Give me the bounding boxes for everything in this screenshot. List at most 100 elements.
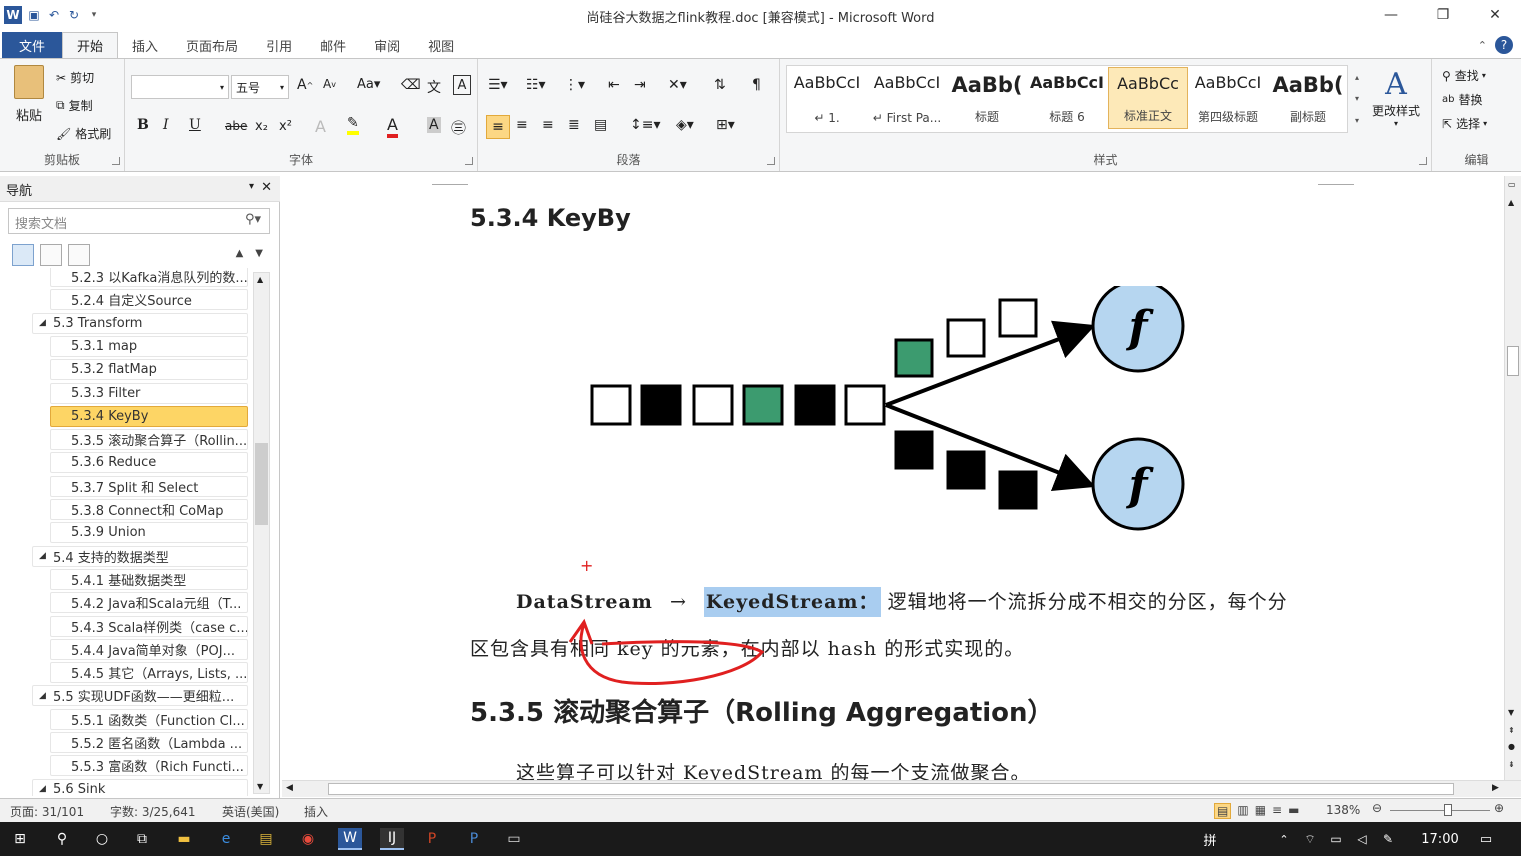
tab-mailings[interactable]: 邮件 — [306, 32, 360, 58]
browse-object-icon[interactable]: ● — [1508, 742, 1515, 751]
phonetic-guide-button[interactable]: 文 — [427, 77, 441, 97]
next-page-icon[interactable]: ⇟ — [1508, 760, 1515, 769]
previous-heading-icon[interactable]: ▲ — [236, 248, 244, 259]
change-case-button[interactable]: Aa▾ — [357, 77, 380, 92]
edge-icon[interactable]: e — [214, 828, 238, 850]
nav-scrollbar[interactable]: ▲ ▼ — [253, 272, 270, 794]
bold-button[interactable]: B — [137, 117, 149, 133]
font-dialog-launcher[interactable] — [465, 157, 473, 165]
style-item[interactable]: AaBbCcI 第四级标题 — [1188, 67, 1268, 129]
nav-subheading[interactable]: 5.4.5 其它（Arrays, Lists, ... — [50, 662, 248, 684]
style-item[interactable]: AaBbCcI ↵ 1. — [787, 67, 867, 129]
nav-subheading[interactable]: 5.3.1 map — [50, 335, 248, 357]
ime-indicator[interactable]: 拼 — [1198, 828, 1222, 850]
collapse-triangle-icon[interactable]: ◢ — [39, 784, 46, 794]
battery-icon[interactable]: ▭ — [1324, 828, 1348, 850]
tab-view[interactable]: 视图 — [414, 32, 468, 58]
start-icon[interactable]: ⊞ — [8, 828, 32, 850]
italic-button[interactable]: I — [163, 117, 169, 133]
full-screen-icon[interactable]: ▥ — [1237, 803, 1248, 819]
paragraph-dialog-launcher[interactable] — [767, 157, 775, 165]
distributed-button[interactable]: ▤ — [594, 117, 607, 133]
zoom-slider-thumb[interactable] — [1444, 804, 1452, 816]
font-size-combo[interactable]: 五号 ▾ — [231, 75, 289, 99]
document-horizontal-scrollbar[interactable]: ◀ ▶ — [282, 780, 1521, 797]
chrome-icon[interactable]: ◉ — [296, 828, 320, 850]
nav-subheading[interactable]: 5.3.6 Reduce — [50, 452, 248, 474]
copy-button[interactable]: ⧉ 复制 — [56, 97, 93, 114]
nav-subheading[interactable]: 5.3.8 Connect和 CoMap — [50, 499, 248, 520]
cortana-icon[interactable]: ○ — [90, 828, 114, 850]
zoom-slider[interactable] — [1390, 810, 1490, 811]
intellij-icon[interactable]: IJ — [380, 828, 404, 850]
nav-subheading[interactable]: 5.3.7 Split 和 Select — [50, 475, 248, 497]
tab-page-layout[interactable]: 页面布局 — [172, 32, 252, 58]
collapse-ribbon-icon[interactable]: ⌃ — [1478, 39, 1487, 52]
nav-subheading[interactable]: 5.4.1 基础数据类型 — [50, 568, 248, 590]
change-styles-button[interactable]: A 更改样式 ▾ — [1368, 67, 1424, 128]
clear-formatting-button[interactable]: ⌫ — [401, 77, 421, 93]
nav-subheading[interactable]: 5.5.3 富函数（Rich Functi... — [50, 755, 248, 777]
multilevel-list-button[interactable]: ⋮▾ — [564, 77, 585, 93]
chinese-layout-button[interactable]: ✕▾ — [668, 77, 687, 93]
align-right-button[interactable]: ≡ — [542, 117, 554, 133]
enclose-characters-button[interactable]: ㊂ — [451, 117, 466, 138]
numbering-button[interactable]: ☷▾ — [526, 77, 546, 93]
select-button[interactable]: ⇱ 选择 ▾ — [1442, 115, 1487, 132]
tab-insert[interactable]: 插入 — [118, 32, 172, 58]
nav-subheading[interactable]: 5.3.2 flatMap — [50, 359, 248, 381]
decrease-indent-button[interactable]: ⇤ — [608, 77, 620, 93]
line-spacing-button[interactable]: ↕≡▾ — [630, 117, 661, 133]
nav-section-heading[interactable]: ◢ 5.3 Transform — [32, 312, 248, 334]
font-color-button[interactable]: A — [387, 115, 398, 138]
page-count[interactable]: 页面: 31/101 — [10, 803, 84, 820]
collapse-triangle-icon[interactable]: ◢ — [39, 318, 46, 328]
next-heading-icon[interactable]: ▼ — [255, 248, 263, 259]
increase-indent-button[interactable]: ⇥ — [634, 77, 646, 93]
nav-subheading[interactable]: 5.5.1 函数类（Function Cl... — [50, 708, 248, 730]
grow-font-button[interactable]: A ^ — [297, 77, 313, 93]
previous-page-icon[interactable]: ⇞ — [1508, 726, 1515, 735]
nav-subheading[interactable]: 5.4.2 Java和Scala元组（T... — [50, 592, 248, 614]
collapse-triangle-icon[interactable]: ◢ — [39, 691, 46, 701]
nav-subheading[interactable]: 5.3.9 Union — [50, 522, 248, 544]
style-item[interactable]: AaBb(副标题 — [1268, 67, 1348, 129]
publisher-icon[interactable]: P — [462, 828, 486, 850]
underline-button[interactable]: U — [189, 117, 201, 133]
styles-scroll[interactable]: ▴ ▾ ▾ — [1350, 67, 1364, 131]
font-name-combo[interactable]: ▾ — [131, 75, 229, 99]
keyedstream-selection[interactable]: KeyedStream： — [703, 587, 881, 617]
character-border-button[interactable]: A — [453, 75, 471, 95]
document-scroll-thumb[interactable] — [1507, 346, 1519, 376]
text-effects-button[interactable]: A — [315, 117, 326, 136]
shrink-font-button[interactable]: Av — [323, 77, 336, 91]
search-icon[interactable]: ⚲▾ — [245, 212, 261, 227]
minimize-button[interactable]: — — [1365, 0, 1417, 30]
document-area[interactable]: 5.3.4 KeyBy f f + DataStream → KeyedStre… — [282, 176, 1504, 780]
clock[interactable]: 17:00 — [1412, 828, 1468, 850]
volume-icon[interactable]: ◁ — [1350, 828, 1374, 850]
strikethrough-button[interactable]: abe — [225, 119, 247, 133]
powerpoint-icon[interactable]: P — [420, 828, 444, 850]
align-center-button[interactable]: ≡ — [516, 117, 528, 133]
clipboard-dialog-launcher[interactable] — [112, 157, 120, 165]
task-view-icon[interactable]: ⧉ — [130, 828, 154, 850]
nav-subheading[interactable]: 5.3.3 Filter — [50, 382, 248, 404]
word-count[interactable]: 字数: 3/25,641 — [110, 803, 196, 820]
character-shading-button[interactable]: A — [427, 117, 441, 133]
nav-subheading[interactable]: 5.2.4 自定义Source — [50, 289, 248, 311]
zoom-in-icon[interactable]: ⊕ — [1494, 801, 1504, 815]
nav-section-heading[interactable]: ◢ 5.6 Sink — [32, 778, 248, 796]
tab-home[interactable]: 开始 — [62, 32, 119, 58]
replace-button[interactable]: ab 替换 — [1442, 91, 1483, 108]
highlight-color-button[interactable]: ✎ — [347, 115, 359, 135]
borders-button[interactable]: ⊞▾ — [716, 117, 735, 133]
nav-section-heading[interactable]: ◢ 5.5 实现UDF函数——更细粒... — [32, 685, 248, 707]
app-window-icon[interactable]: ▭ — [502, 828, 526, 850]
wifi-icon[interactable]: ⌔ — [1298, 828, 1322, 850]
outline-icon[interactable]: ≡ — [1272, 803, 1282, 819]
browse-pages-icon[interactable] — [40, 244, 62, 266]
notifications-icon[interactable]: ▭ — [1474, 828, 1498, 850]
sort-button[interactable]: ⇅ — [714, 77, 726, 93]
browse-results-icon[interactable] — [68, 244, 90, 266]
